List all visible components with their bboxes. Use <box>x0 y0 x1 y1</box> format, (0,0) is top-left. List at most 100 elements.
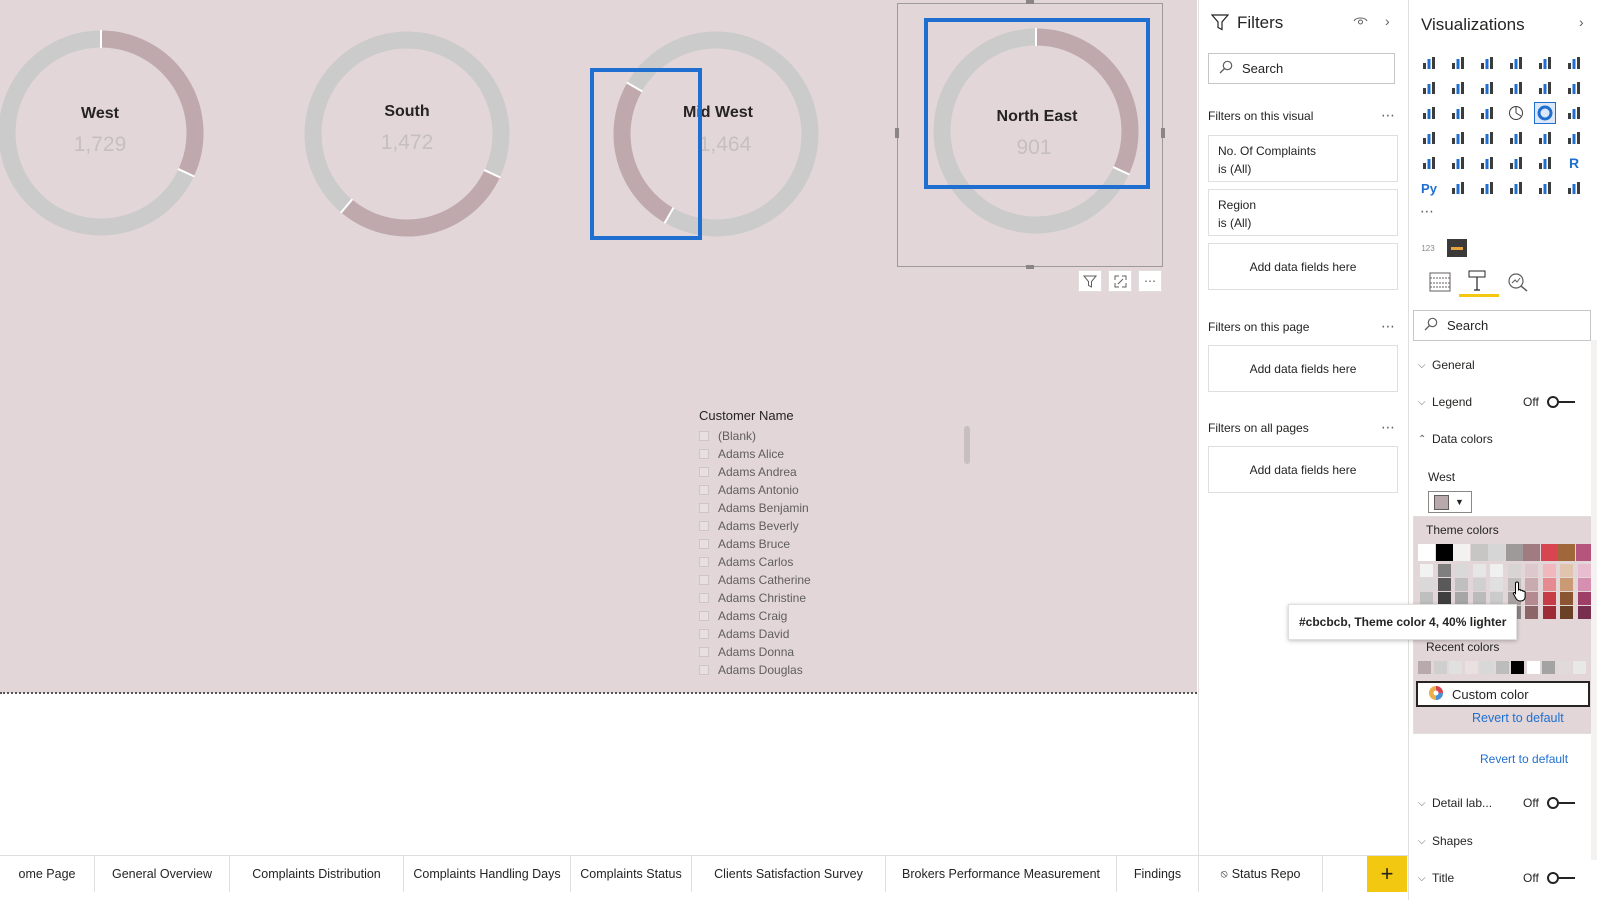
recent-color-swatch[interactable] <box>1418 661 1431 674</box>
card-visual-icon[interactable]: 123 <box>1418 241 1438 255</box>
format-pane-scrollbar[interactable] <box>1591 340 1597 860</box>
slicer-checkbox[interactable] <box>699 593 709 603</box>
theme-color-swatch[interactable] <box>1558 544 1575 561</box>
slicer-checkbox[interactable] <box>699 611 709 621</box>
visual-filters-more-icon[interactable]: ⋯ <box>1381 107 1396 124</box>
theme-color-swatch[interactable] <box>1540 544 1558 561</box>
funnel-icon[interactable] <box>1447 102 1469 124</box>
slicer-item[interactable]: Adams David <box>699 625 959 643</box>
recent-color-swatch[interactable] <box>1449 661 1462 674</box>
add-visual-filter-field[interactable]: Add data fields here <box>1208 243 1398 290</box>
collapse-visualizations-icon[interactable]: › <box>1579 14 1584 30</box>
power-apps-icon[interactable] <box>1563 177 1585 199</box>
slicer-checkbox[interactable] <box>699 539 709 549</box>
theme-shade-swatch[interactable] <box>1542 606 1556 619</box>
filter-card-complaints[interactable]: No. Of Complaints is (All) <box>1208 135 1398 182</box>
more-visuals-icon[interactable]: ⋯ <box>1420 203 1434 220</box>
recent-color-swatch[interactable] <box>1542 661 1555 674</box>
ribbon-chart-icon[interactable] <box>1563 77 1585 99</box>
revert-default-link-inner[interactable]: Revert to default <box>1472 711 1564 725</box>
theme-shade-swatch[interactable] <box>1490 578 1503 591</box>
theme-shade-swatch[interactable] <box>1542 592 1556 605</box>
focus-mode-icon[interactable] <box>1108 270 1132 292</box>
revert-default-link[interactable]: Revert to default <box>1480 752 1568 766</box>
treemap-icon[interactable] <box>1563 102 1585 124</box>
slicer-item[interactable]: Adams Christine <box>699 589 959 607</box>
recent-color-swatch[interactable] <box>1480 661 1493 674</box>
slicer-item[interactable]: Adams Alice <box>699 445 959 463</box>
slicer-checkbox[interactable] <box>699 647 709 657</box>
theme-color-swatch[interactable] <box>1575 544 1593 561</box>
theme-shade-swatch[interactable] <box>1560 578 1573 591</box>
eye-icon[interactable] <box>1353 14 1368 30</box>
theme-shade-swatch[interactable] <box>1577 592 1591 605</box>
theme-shade-swatch[interactable] <box>1437 578 1451 591</box>
gauge-icon[interactable] <box>1534 127 1556 149</box>
theme-shade-swatch[interactable] <box>1560 564 1573 577</box>
decomposition-tree-icon[interactable] <box>1476 177 1498 199</box>
recent-color-swatch[interactable] <box>1511 661 1524 674</box>
theme-shade-swatch[interactable] <box>1560 606 1573 619</box>
theme-shade-swatch[interactable] <box>1455 564 1468 577</box>
slicer-item[interactable]: Adams Donna <box>699 643 959 661</box>
west-color-dropdown[interactable]: ▼ <box>1428 491 1472 513</box>
slicer-checkbox[interactable] <box>699 467 709 477</box>
detail-labels-toggle[interactable] <box>1547 796 1575 809</box>
matrix-icon[interactable] <box>1534 152 1556 174</box>
slicer-checkbox[interactable] <box>699 431 709 441</box>
slicer-checkbox[interactable] <box>699 449 709 459</box>
recent-color-swatch[interactable] <box>1464 661 1478 674</box>
format-section-general[interactable]: ⌵ General <box>1418 354 1475 376</box>
theme-shade-swatch[interactable] <box>1420 578 1433 591</box>
theme-shade-swatch[interactable] <box>1490 564 1503 577</box>
page-tab[interactable]: Complaints Distribution <box>230 856 404 892</box>
filled-map-icon[interactable] <box>1447 127 1469 149</box>
theme-color-swatch[interactable] <box>1453 544 1470 561</box>
card-icon[interactable] <box>1563 127 1585 149</box>
python-visual-icon[interactable]: Py <box>1418 177 1440 199</box>
clustered-column-icon[interactable] <box>1505 52 1527 74</box>
slicer-item[interactable]: Adams Douglas <box>699 661 959 679</box>
page-tab[interactable]: General Overview <box>95 856 230 892</box>
line-column-icon[interactable] <box>1505 77 1527 99</box>
slicer-item[interactable]: Adams Beverly <box>699 517 959 535</box>
slicer-item[interactable]: Adams Andrea <box>699 463 959 481</box>
page-tab[interactable]: ome Page <box>0 856 95 892</box>
filters-search-input[interactable]: Search <box>1208 53 1395 84</box>
theme-shade-swatch[interactable] <box>1420 564 1433 577</box>
clustered-bar-icon[interactable] <box>1476 52 1498 74</box>
theme-color-swatch[interactable] <box>1470 544 1488 561</box>
slicer-checkbox[interactable] <box>699 557 709 567</box>
page-tab[interactable]: Clients Satisfaction Survey <box>692 856 886 892</box>
line-chart-icon[interactable] <box>1418 77 1440 99</box>
custom-color-button[interactable]: Custom color <box>1416 681 1590 707</box>
area-chart-icon[interactable] <box>1447 77 1469 99</box>
plus-icon[interactable]: + <box>1367 856 1407 892</box>
fields-tab-icon[interactable] <box>1429 272 1451 297</box>
waterfall-icon[interactable] <box>1418 102 1440 124</box>
scatter-icon[interactable] <box>1476 102 1498 124</box>
slicer-icon[interactable] <box>1476 152 1498 174</box>
theme-color-swatch[interactable] <box>1418 544 1435 561</box>
azure-map-icon[interactable] <box>1505 127 1527 149</box>
all-pages-filters-more-icon[interactable]: ⋯ <box>1381 419 1396 436</box>
stacked-area-icon[interactable] <box>1476 77 1498 99</box>
slicer-checkbox[interactable] <box>699 575 709 585</box>
format-section-legend[interactable]: ⌵ Legend Off <box>1418 391 1578 413</box>
slicer-checkbox[interactable] <box>699 629 709 639</box>
slicer-item[interactable]: Adams Craig <box>699 607 959 625</box>
kpi-icon[interactable] <box>1418 152 1440 174</box>
page-tab[interactable]: Complaints Handling Days <box>404 856 571 892</box>
100-column-icon[interactable] <box>1563 52 1585 74</box>
format-section-detail-labels[interactable]: ⌵ Detail lab... Off <box>1418 792 1578 814</box>
add-page-filter-field[interactable]: Add data fields here <box>1208 345 1398 392</box>
theme-shade-swatch[interactable] <box>1560 592 1573 605</box>
shape-map-icon[interactable] <box>1476 127 1498 149</box>
filter-card-region[interactable]: Region is (All) <box>1208 189 1398 236</box>
page-filters-more-icon[interactable]: ⋯ <box>1381 318 1396 335</box>
r-visual-icon[interactable]: R <box>1563 152 1585 174</box>
recent-color-swatch[interactable] <box>1557 661 1571 674</box>
theme-shade-swatch[interactable] <box>1577 564 1591 577</box>
image-icon[interactable] <box>1447 152 1469 174</box>
theme-shade-swatch[interactable] <box>1577 606 1591 619</box>
